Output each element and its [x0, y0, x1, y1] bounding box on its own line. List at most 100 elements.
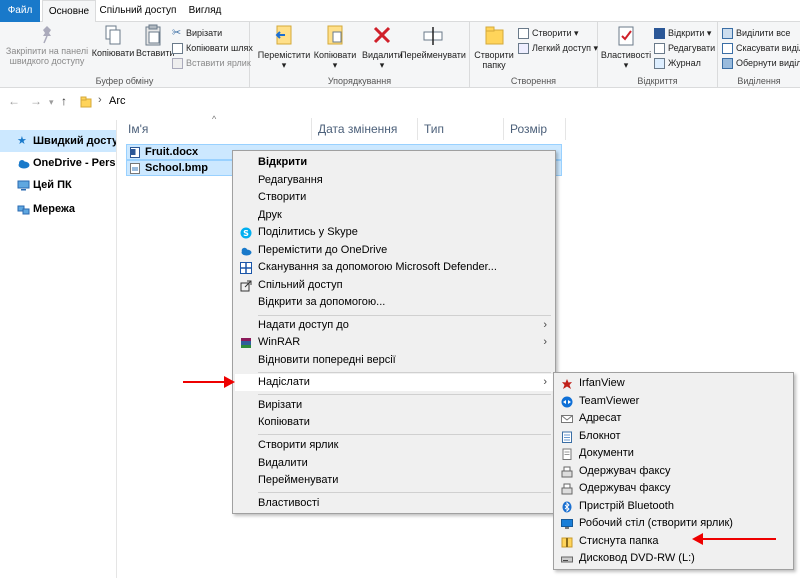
copy-to-button[interactable]: Копіювати ▾: [310, 24, 360, 70]
menu-item-share-skype[interactable]: S Поділитись у Skype: [235, 224, 553, 241]
nav-network[interactable]: Мережа: [0, 198, 116, 220]
ribbon: Закріпити на панелі швидкого доступу Коп…: [0, 22, 800, 88]
tab-file[interactable]: Файл: [0, 0, 40, 22]
column-date-modified[interactable]: Дата змінення: [312, 118, 418, 140]
menu-item-delete[interactable]: Видалити: [235, 455, 553, 472]
rename-button[interactable]: Перейменувати: [400, 24, 466, 60]
recent-chevron-icon[interactable]: ▾: [49, 97, 54, 108]
menu-item-create-shortcut[interactable]: Створити ярлик: [235, 437, 553, 454]
documents-icon: [562, 448, 572, 460]
sendto-fax-recipient[interactable]: Одержувач факсу: [556, 463, 791, 480]
up-arrow-icon[interactable]: ↑: [61, 94, 67, 108]
bluetooth-icon: [562, 501, 572, 513]
open-button[interactable]: Відкрити ▾: [654, 26, 711, 40]
sendto-notepad-label: Блокнот: [579, 430, 621, 442]
menu-item-new[interactable]: Створити: [235, 189, 553, 206]
invert-selection-button[interactable]: Обернути виділен: [722, 56, 800, 70]
sendto-teamviewer-label: TeamViewer: [579, 395, 640, 407]
menu-item-defender-scan[interactable]: Сканування за допомогою Microsoft Defend…: [235, 259, 553, 276]
move-to-label: Перемістити: [257, 50, 311, 60]
nav-this-pc[interactable]: Цей ПК: [0, 174, 116, 196]
sendto-irfanview[interactable]: IrfanView: [556, 375, 791, 392]
tab-share[interactable]: Спільний доступ: [98, 0, 178, 22]
menu-separator: [258, 372, 551, 373]
sendto-bluetooth[interactable]: Пристрій Bluetooth: [556, 498, 791, 515]
column-size[interactable]: Розмір: [504, 118, 566, 140]
easy-access-button[interactable]: Легкий доступ ▾: [518, 41, 598, 55]
menu-separator: [258, 492, 551, 493]
share-icon: [240, 280, 252, 292]
paste-button[interactable]: Вставити: [136, 24, 175, 58]
select-group-label: Виділення: [737, 76, 781, 86]
address-bar-row: ← → ▾ ↑ › Arc: [0, 89, 800, 115]
select-all-button[interactable]: Виділити все: [722, 26, 790, 40]
menu-item-edit[interactable]: Редагування: [235, 172, 553, 189]
menu-item-rename[interactable]: Перейменувати: [235, 472, 553, 489]
menu-item-share[interactable]: Спільний доступ: [235, 277, 553, 294]
nav-onedrive[interactable]: OneDrive - Pers: [0, 152, 116, 174]
menu-item-properties[interactable]: Властивості: [235, 495, 553, 512]
new-folder-label-1: Створити: [474, 50, 514, 60]
nav-quick-access[interactable]: ★ Швидкий досту: [0, 130, 116, 152]
sendto-compressed-folder[interactable]: Стиснута папка: [556, 533, 791, 550]
paste-shortcut-icon: [172, 58, 183, 70]
delete-button[interactable]: Видалити ▾: [362, 24, 403, 70]
menu-item-give-access[interactable]: Надати доступ до ›: [235, 317, 553, 334]
sendto-documents[interactable]: Документи: [556, 445, 791, 462]
menu-item-open[interactable]: Відкрити: [235, 154, 553, 171]
menu-item-open-with[interactable]: Відкрити за допомогою...: [235, 294, 553, 311]
submenu-chevron-icon: ›: [543, 336, 547, 348]
new-folder-button[interactable]: Створити папку: [474, 24, 514, 70]
menu-item-send-to[interactable]: Надіслати ›: [235, 374, 553, 391]
sendto-fax-recipient[interactable]: Одержувач факсу: [556, 480, 791, 497]
cut-button[interactable]: ✂ Вирізати: [172, 26, 222, 40]
menu-item-cut[interactable]: Вирізати: [235, 397, 553, 414]
delete-label: Видалити: [362, 50, 403, 60]
sendto-desktop-shortcut[interactable]: Робочий стіл (створити ярлик): [556, 515, 791, 532]
menu-separator: [258, 394, 551, 395]
address-field[interactable]: › Arc: [76, 92, 800, 112]
context-menu: Відкрити Редагування Створити Друк S Под…: [232, 150, 556, 514]
menu-item-move-onedrive[interactable]: Перемістити до OneDrive: [235, 242, 553, 259]
copy-button[interactable]: Копіювати: [90, 24, 136, 58]
send-to-submenu: IrfanView TeamViewer Адресат Блокнот Док…: [553, 372, 794, 570]
column-type[interactable]: Тип: [418, 118, 504, 140]
menu-item-print[interactable]: Друк: [235, 207, 553, 224]
properties-check-icon: [618, 26, 634, 46]
menu-item-restore-versions[interactable]: Відновити попередні версії: [235, 352, 553, 369]
forward-arrow-icon[interactable]: →: [30, 94, 42, 108]
clipboard-group: Закріпити на панелі швидкого доступу Коп…: [0, 22, 253, 88]
back-arrow-icon[interactable]: ←: [8, 94, 20, 108]
edit-button[interactable]: Редагувати: [654, 41, 715, 55]
menu-item-winrar[interactable]: WinRAR ›: [235, 334, 553, 351]
pin-quick-access-button[interactable]: Закріпити на панелі швидкого доступу: [4, 24, 90, 66]
tab-view[interactable]: Вигляд: [182, 0, 228, 22]
column-name[interactable]: Ім'я: [122, 118, 312, 140]
notepad-icon: [562, 431, 572, 443]
copy-path-button[interactable]: Копіювати шлях: [172, 41, 253, 55]
nav-network-label: Мережа: [33, 203, 76, 215]
paste-shortcut-button[interactable]: Вставити ярлик: [172, 56, 251, 70]
sendto-dvd-drive[interactable]: Дисковод DVD-RW (L:): [556, 550, 791, 567]
folder-icon: [80, 96, 92, 108]
properties-button[interactable]: Властивості ▾: [600, 24, 652, 70]
move-to-button[interactable]: Перемістити ▾: [256, 24, 312, 70]
sendto-mail-recipient[interactable]: Адресат: [556, 410, 791, 427]
fax-icon: [561, 483, 573, 495]
new-folder-icon: [485, 26, 504, 45]
new-item-button[interactable]: Створити ▾: [518, 26, 579, 40]
bitmap-image-icon: [130, 163, 140, 174]
copy-path-icon: [172, 43, 183, 55]
nav-onedrive-label: OneDrive - Pers: [33, 157, 116, 169]
path-segment[interactable]: Arc: [109, 95, 126, 107]
select-all-label: Виділити все: [736, 28, 791, 38]
select-none-label: Скасувати виділе: [736, 43, 800, 53]
organize-group: Перемістити ▾ Копіювати ▾ Видалити ▾ Перейм…: [250, 22, 470, 88]
easy-access-label: Легкий доступ: [532, 43, 592, 53]
sendto-teamviewer[interactable]: TeamViewer: [556, 393, 791, 410]
select-none-button[interactable]: Скасувати виділе: [722, 41, 800, 55]
menu-item-copy[interactable]: Копіювати: [235, 414, 553, 431]
history-button[interactable]: Журнал: [654, 56, 701, 70]
sendto-notepad[interactable]: Блокнот: [556, 428, 791, 445]
tab-home[interactable]: Основне: [42, 0, 96, 23]
